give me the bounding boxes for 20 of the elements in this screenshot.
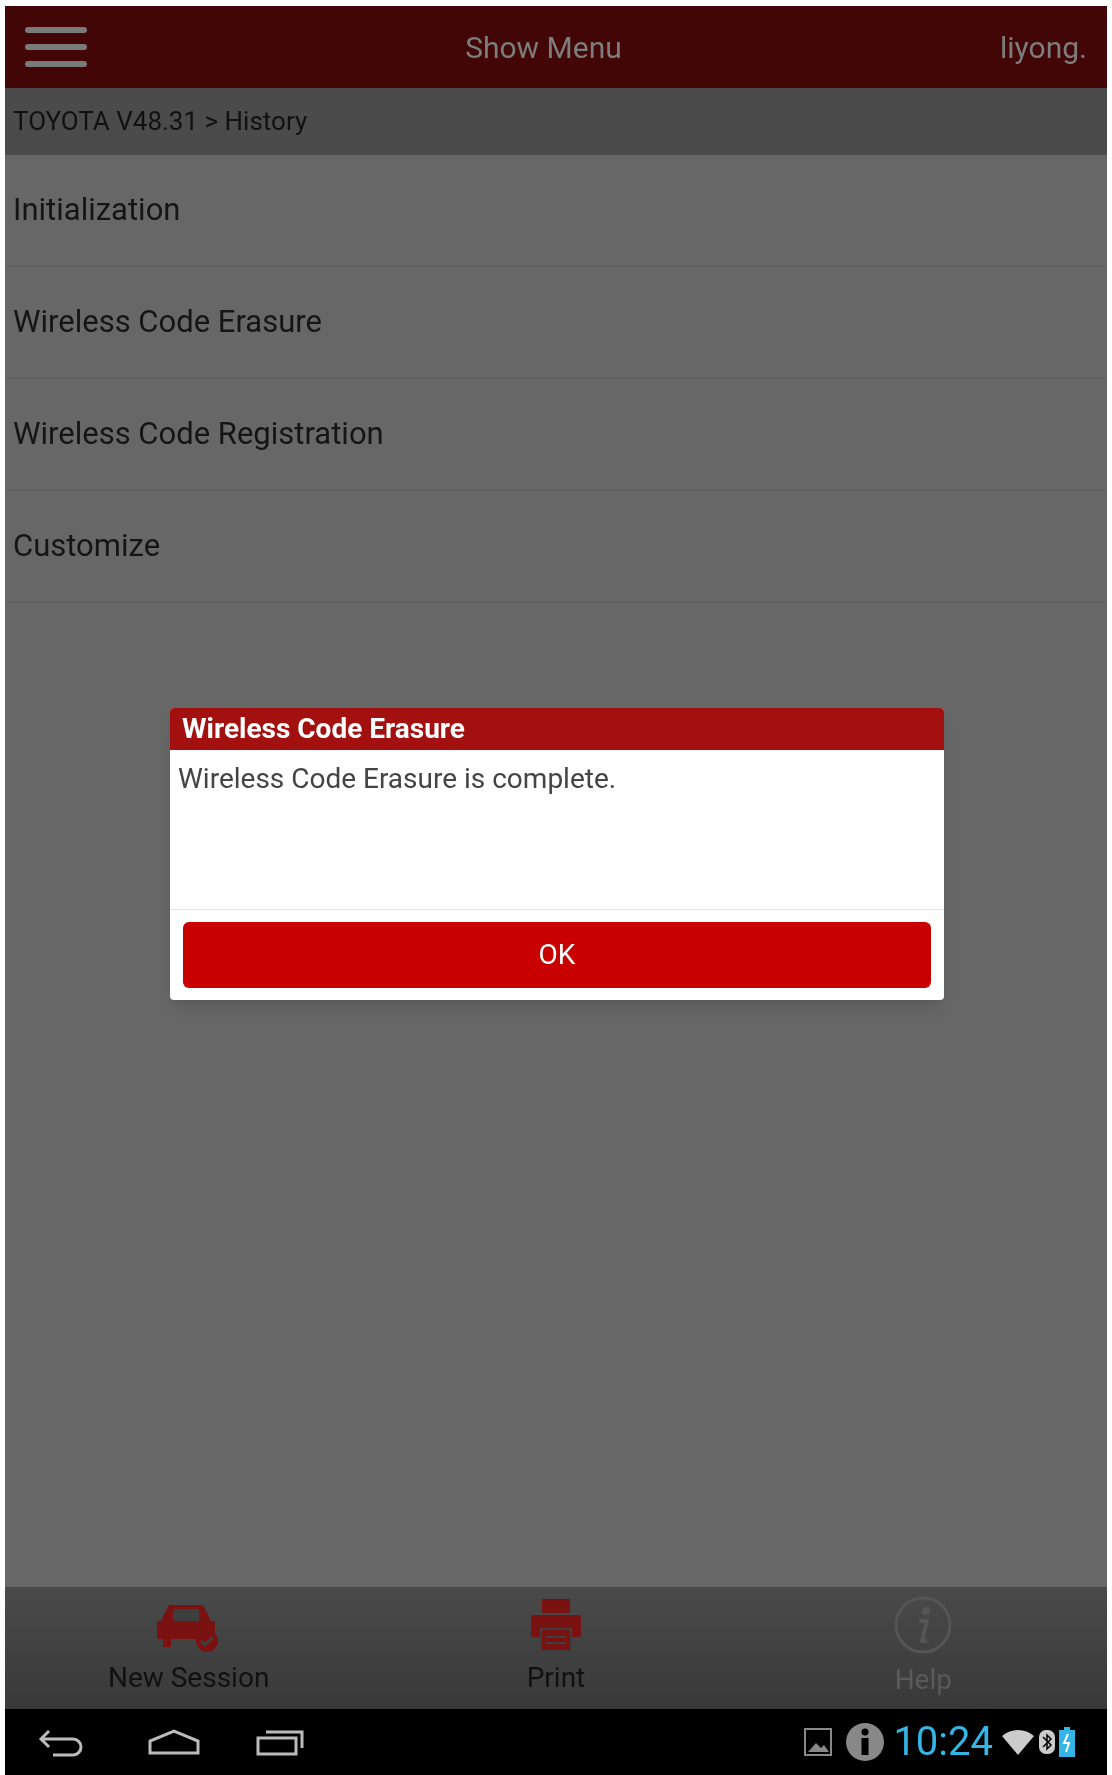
recent-apps-icon[interactable] — [256, 1728, 306, 1756]
menu-item[interactable]: Customize — [5, 491, 1107, 603]
user-name: liyong. — [1000, 28, 1087, 67]
menu-item[interactable]: Wireless Code Erasure — [5, 267, 1107, 379]
menu-icon[interactable] — [25, 25, 87, 69]
printer-icon — [529, 1597, 583, 1653]
breadcrumb: TOYOTA V48.31 > History — [13, 105, 308, 138]
ok-button[interactable]: OK — [183, 922, 931, 988]
dialog-message: Wireless Code Erasure is complete. — [178, 762, 617, 795]
image-icon — [803, 1727, 834, 1757]
app-title[interactable]: Show Menu — [465, 24, 622, 70]
wifi-icon — [1001, 1728, 1035, 1756]
info-icon — [845, 1722, 886, 1762]
dialog-title: Wireless Code Erasure — [182, 711, 465, 747]
home-icon[interactable] — [147, 1728, 201, 1756]
clock: 10:24 — [893, 1717, 993, 1767]
menu-item[interactable]: Wireless Code Registration — [5, 379, 1107, 491]
bluetooth-icon — [1039, 1728, 1055, 1756]
battery-icon — [1059, 1727, 1075, 1757]
menu-item[interactable]: Initialization — [5, 155, 1107, 267]
